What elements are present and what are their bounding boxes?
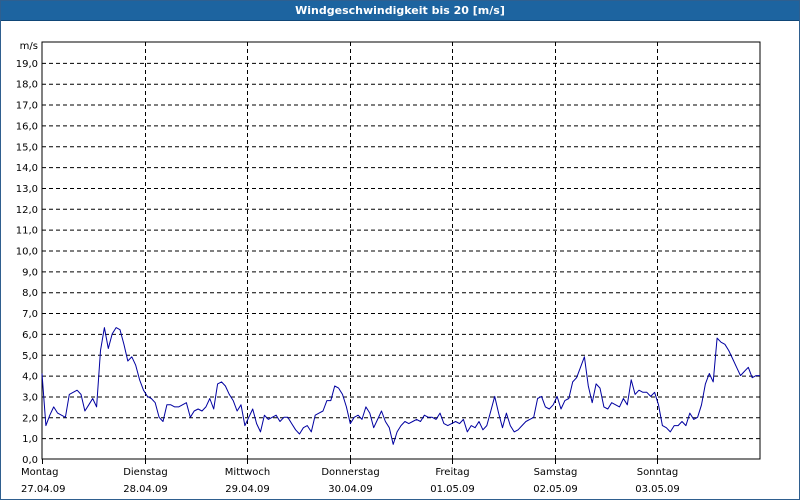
chart-area: 19,0 18,0 17,0 16,0 15,0 14,0 13,0 12,0 11,0 10,0… — [1, 21, 799, 499]
labels: 19,0 18,0 17,0 16,0 15,0 14,0 13,0 12,0 11,0 10,0… — [16, 41, 680, 495]
series — [41, 327, 760, 445]
y-tick-label: 5,0 — [22, 351, 38, 362]
y-tick-label: 2,0 — [22, 413, 38, 424]
x-tick-weekday: Donnerstag — [321, 467, 379, 478]
y-tick-label: 4,0 — [22, 372, 38, 383]
x-tick-date: 02.05.09 — [533, 484, 578, 495]
wind-speed-series-line — [41, 327, 760, 445]
y-tick-label: 8,0 — [22, 288, 38, 299]
window-title: Windgeschwindigkeit bis 20 [m/s] — [1, 1, 799, 21]
y-tick-label: 1,0 — [22, 434, 38, 445]
x-tick-date: 01.05.09 — [430, 484, 475, 495]
x-tick-weekday: Dienstag — [123, 467, 168, 478]
y-tick-label: 13,0 — [16, 184, 38, 195]
x-tick-date: 30.04.09 — [328, 484, 373, 495]
y-tick-label: 3,0 — [22, 392, 38, 403]
y-tick-label: 6,0 — [22, 330, 38, 341]
y-tick-label: 7,0 — [22, 309, 38, 320]
y-tick-label: 12,0 — [16, 205, 38, 216]
x-tick-weekday: Mittwoch — [225, 467, 270, 478]
wind-speed-chart: 19,0 18,0 17,0 16,0 15,0 14,0 13,0 12,0 11,0 10,0… — [16, 41, 761, 495]
y-tick-label: 16,0 — [16, 121, 38, 132]
y-tick-label: 0,0 — [22, 455, 38, 466]
y-axis-unit-label: m/s — [20, 41, 38, 52]
x-tick-date: 28.04.09 — [123, 484, 168, 495]
y-tick-label: 11,0 — [16, 226, 38, 237]
grid — [42, 42, 760, 459]
x-tick-weekday: Sonntag — [637, 467, 679, 478]
y-tick-label: 18,0 — [16, 80, 38, 91]
chart-window: Windgeschwindigkeit bis 20 [m/s] 19,0 18,… — [0, 0, 800, 500]
x-tick-weekday: Montag — [21, 467, 58, 478]
x-tick-weekday: Samstag — [534, 467, 578, 478]
y-tick-label: 15,0 — [16, 142, 38, 153]
y-tick-label: 19,0 — [16, 59, 38, 70]
x-tick-weekday: Freitag — [435, 467, 469, 478]
y-tick-label: 17,0 — [16, 101, 38, 112]
x-tick-date: 03.05.09 — [635, 484, 680, 495]
y-tick-label: 10,0 — [16, 247, 38, 258]
x-tick-date: 27.04.09 — [21, 484, 66, 495]
y-tick-label: 14,0 — [16, 163, 38, 174]
y-tick-label: 9,0 — [22, 267, 38, 278]
x-tick-date: 29.04.09 — [225, 484, 270, 495]
